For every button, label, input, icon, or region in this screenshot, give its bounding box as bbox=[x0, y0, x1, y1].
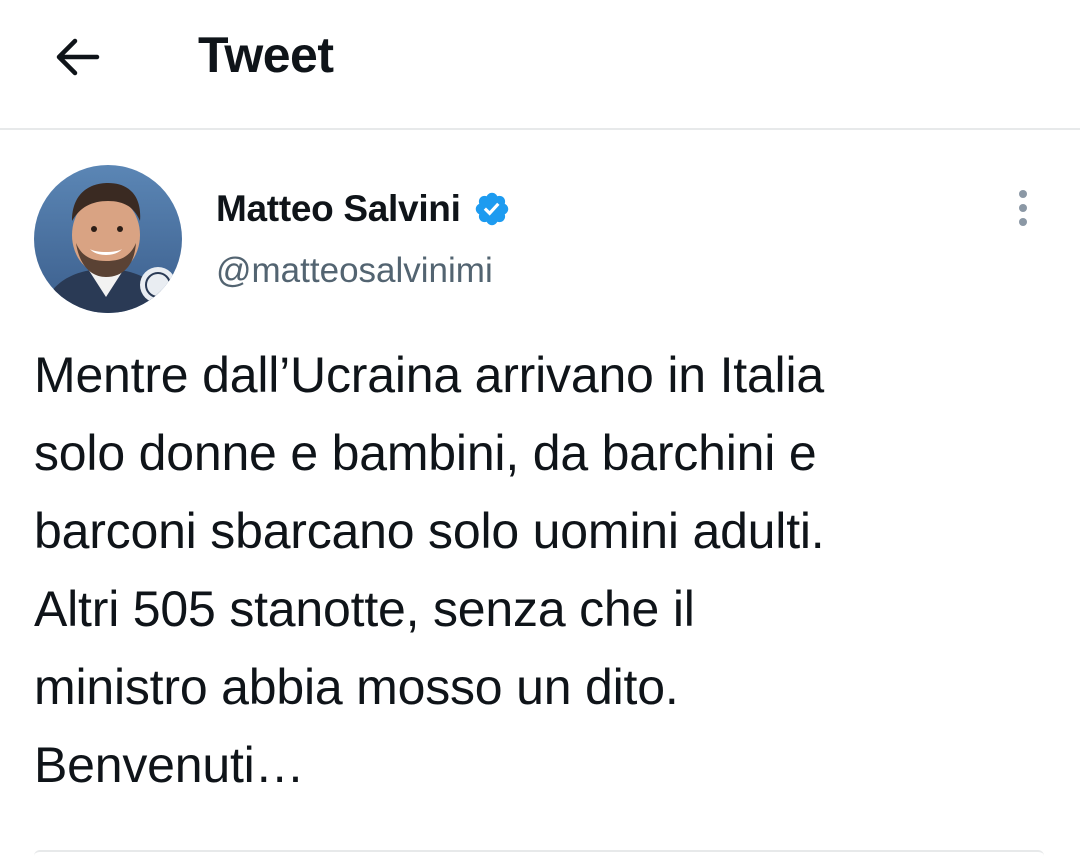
author-name[interactable]: Matteo Salvini bbox=[216, 186, 511, 232]
more-vertical-icon bbox=[1019, 190, 1027, 198]
back-button[interactable] bbox=[44, 24, 110, 90]
author-name-label: Matteo Salvini bbox=[216, 188, 461, 229]
avatar[interactable] bbox=[34, 165, 182, 313]
top-app-bar: Tweet bbox=[0, 0, 1080, 130]
verified-badge-icon bbox=[475, 192, 508, 226]
divider bbox=[34, 850, 1044, 856]
page-title: Tweet bbox=[198, 27, 334, 83]
author-handle[interactable]: @matteosalvinimi bbox=[216, 249, 493, 293]
more-options-button[interactable] bbox=[1003, 183, 1043, 233]
arrow-left-icon bbox=[56, 38, 100, 76]
tweet-text: Mentre dall’Ucraina arrivano in Italia s… bbox=[34, 347, 825, 793]
